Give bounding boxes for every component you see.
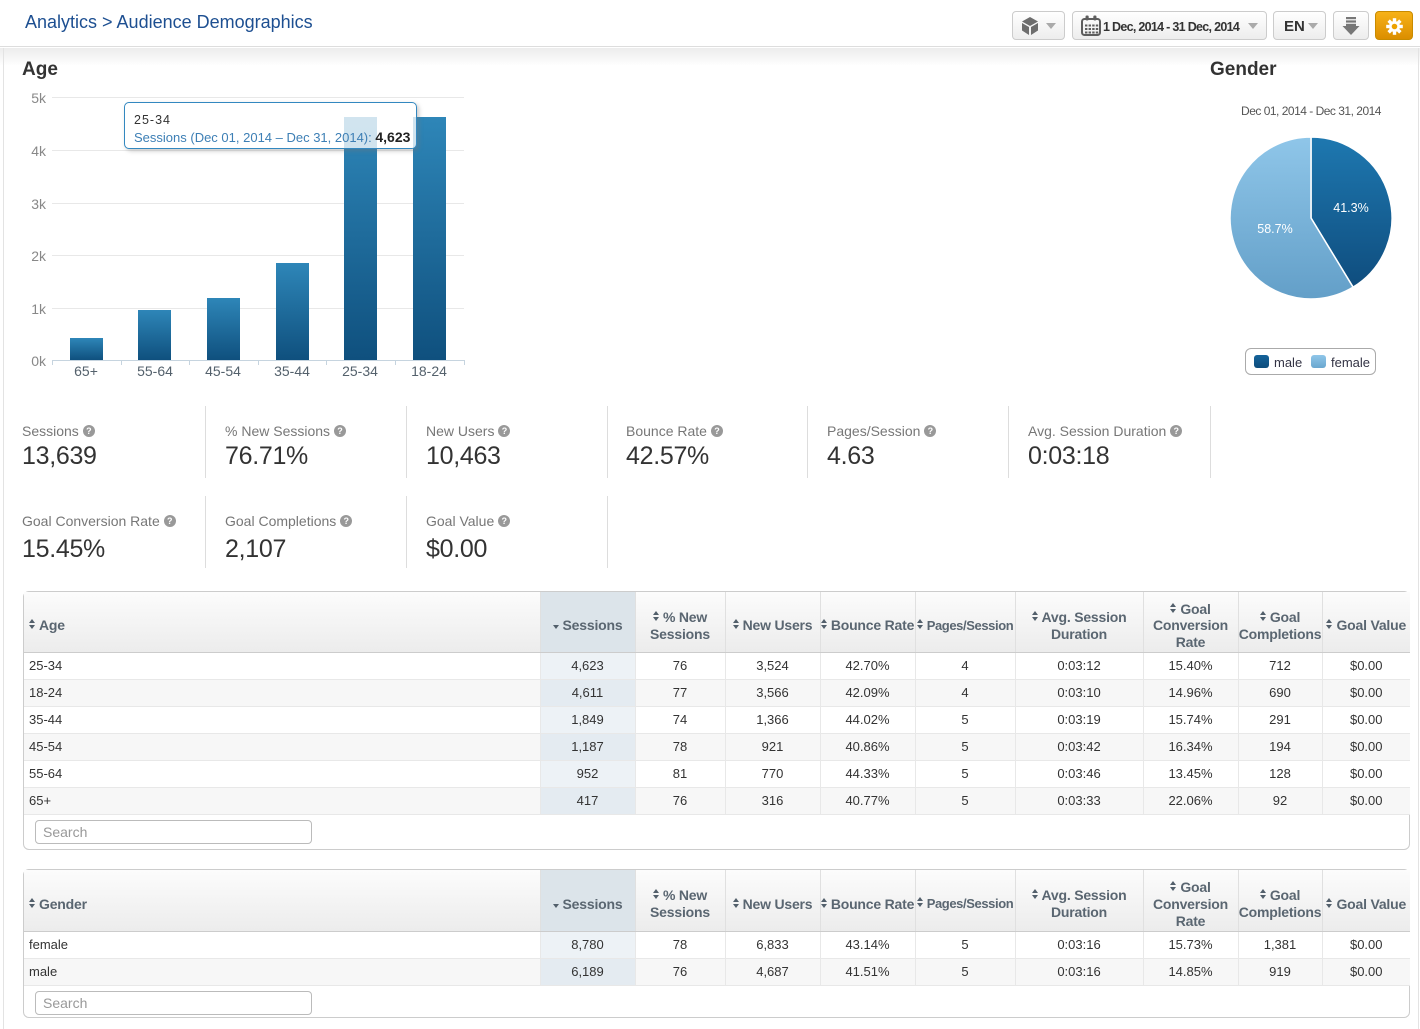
svg-text:58.7%: 58.7% [1257, 222, 1292, 236]
svg-text:41.3%: 41.3% [1333, 201, 1368, 215]
